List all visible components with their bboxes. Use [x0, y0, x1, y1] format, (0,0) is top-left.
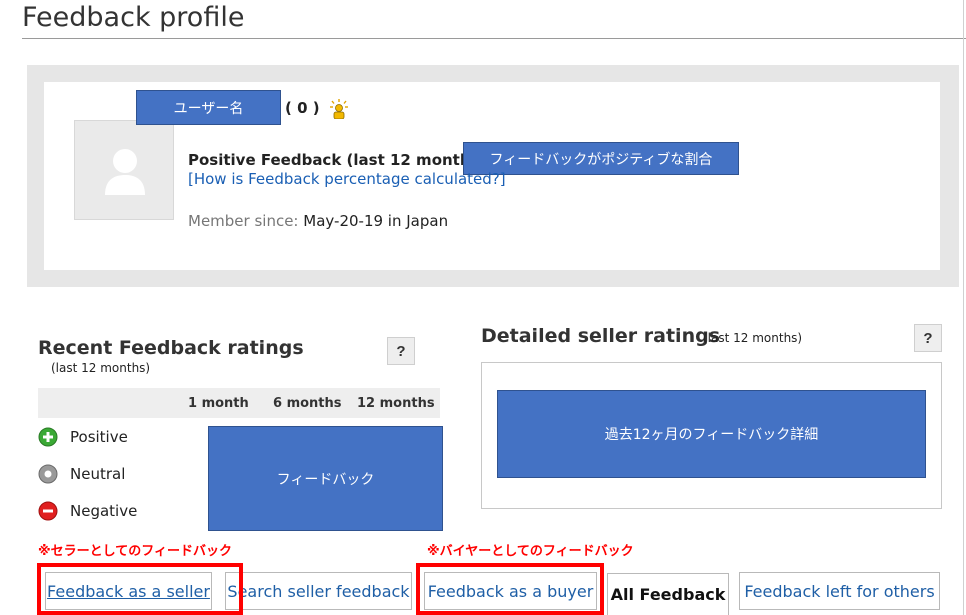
new-member-icon — [330, 99, 348, 124]
neutral-label: Neutral — [70, 465, 126, 483]
page-title: Feedback profile — [22, 2, 245, 33]
negative-label: Negative — [70, 502, 138, 520]
buyer-tab-highlight — [416, 563, 604, 615]
col-1-month: 1 month — [188, 396, 249, 411]
detailed-ratings-annotation: 過去12ヶ月のフィードバック詳細 — [497, 390, 926, 478]
feedback-score[interactable]: ( 0 ) — [285, 99, 320, 117]
seller-feedback-note: ※セラーとしてのフィードバック — [38, 544, 232, 559]
col-6-months: 6 months — [273, 396, 342, 411]
recent-ratings-help-button[interactable]: ? — [387, 337, 415, 365]
recent-ratings-title: Recent Feedback ratings — [38, 337, 304, 359]
right-border — [963, 0, 964, 615]
positive-icon — [38, 427, 58, 447]
neutral-icon — [38, 464, 58, 484]
tab-all-feedback[interactable]: All Feedback — [607, 573, 729, 615]
positive-label: Positive — [70, 428, 128, 446]
recent-ratings-subtitle: (last 12 months) — [51, 361, 151, 375]
col-12-months: 12 months — [357, 396, 435, 411]
title-divider — [22, 38, 966, 39]
member-since: Member since: May-20-19 in Japan — [188, 212, 448, 230]
feedback-counts-annotation: フィードバック — [208, 426, 443, 531]
tab-feedback-left-for-others[interactable]: Feedback left for others — [739, 572, 940, 610]
rating-row-neutral: Neutral — [38, 464, 125, 484]
percentage-help-link[interactable]: [How is Feedback percentage calculated?] — [188, 170, 506, 188]
seller-tab-highlight — [37, 563, 243, 615]
member-since-label: Member since: — [188, 212, 299, 230]
rating-row-negative: Negative — [38, 501, 137, 521]
detailed-ratings-subtitle: (last 12 months) — [703, 331, 803, 345]
tab-search-seller-feedback[interactable]: Search seller feedback — [225, 572, 412, 610]
member-since-value: May-20-19 in Japan — [303, 212, 449, 230]
username-annotation: ユーザー名 — [136, 90, 281, 125]
user-silhouette-icon — [105, 149, 145, 195]
detailed-ratings-title: Detailed seller ratings — [481, 325, 721, 347]
buyer-feedback-note: ※バイヤーとしてのフィードバック — [427, 544, 634, 559]
detailed-ratings-help-button[interactable]: ? — [914, 324, 942, 352]
negative-icon — [38, 501, 58, 521]
positive-feedback-label: Positive Feedback (last 12 months): — [188, 151, 493, 169]
avatar — [74, 120, 174, 220]
rating-row-positive: Positive — [38, 427, 128, 447]
